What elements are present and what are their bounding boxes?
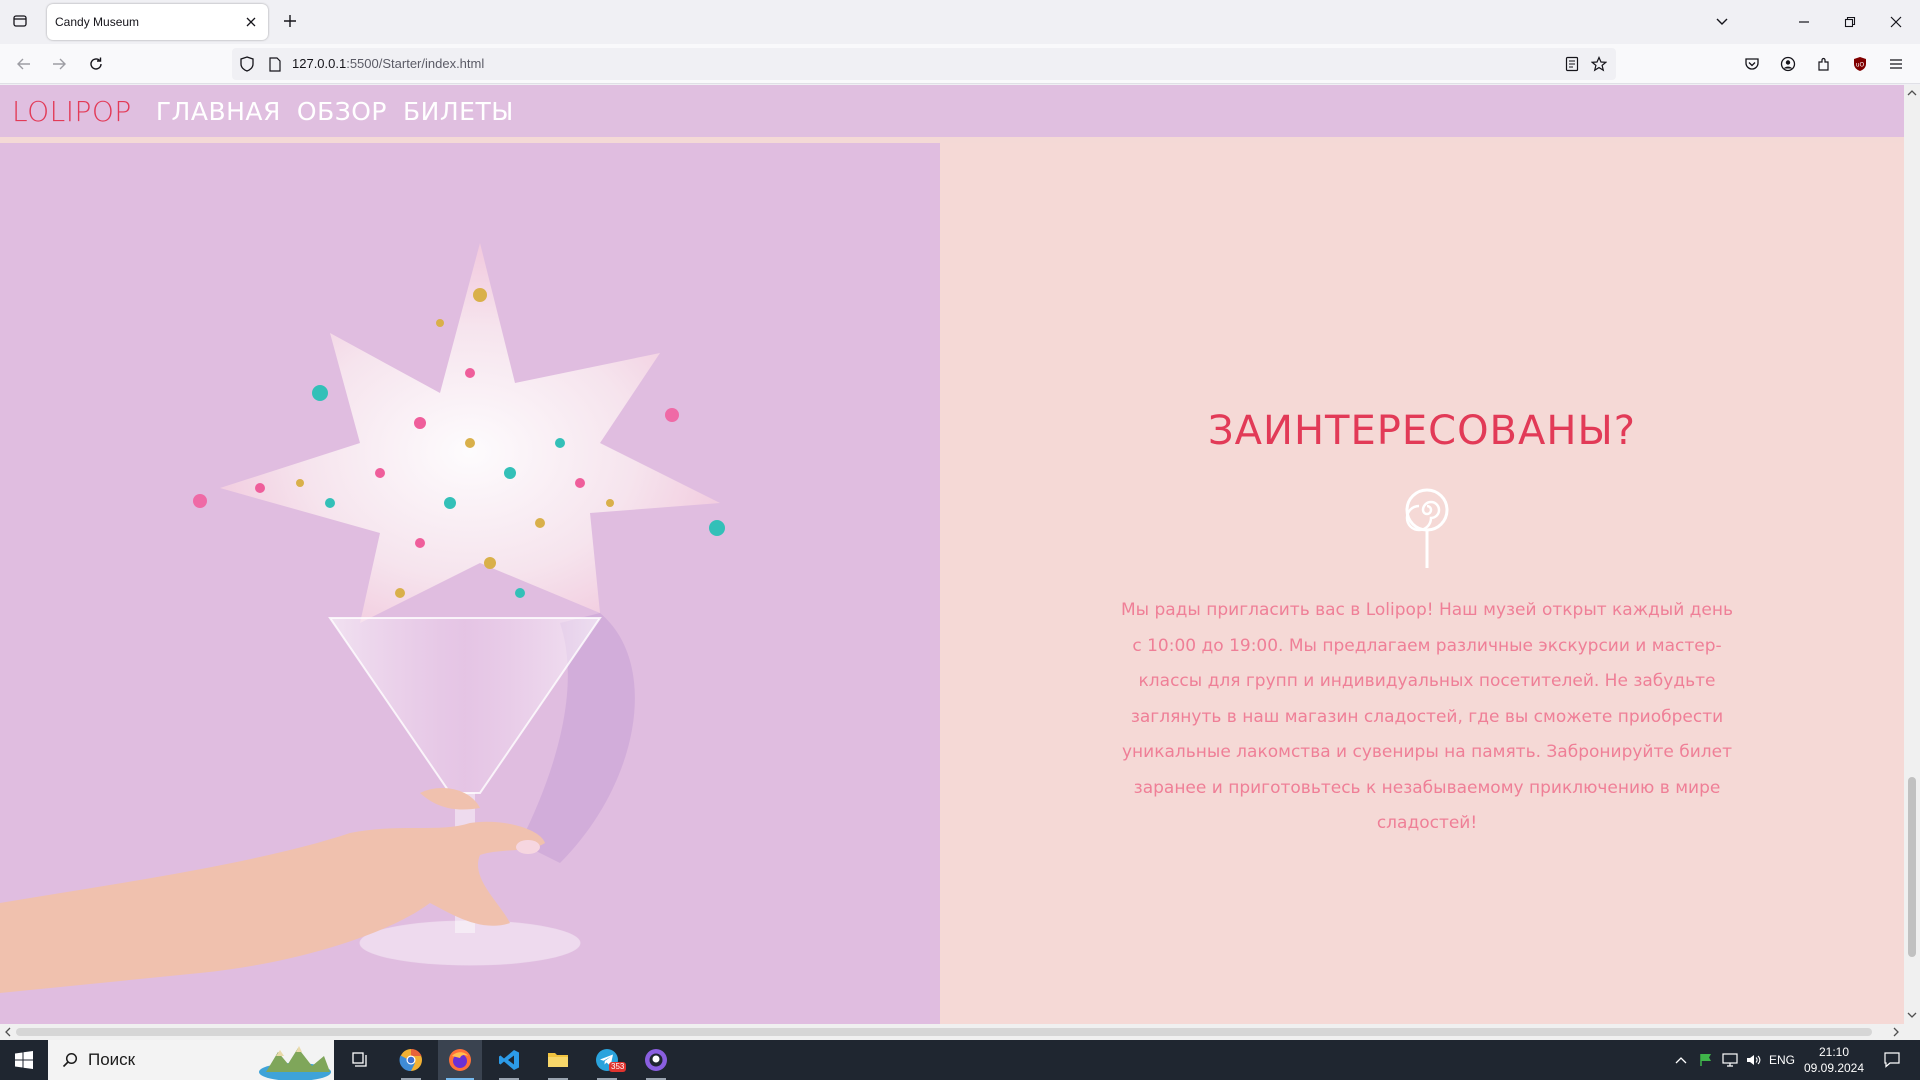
windows-start-icon[interactable] [0, 1040, 48, 1080]
ublock-icon[interactable]: uO [1848, 52, 1872, 76]
forward-icon[interactable] [47, 52, 71, 76]
scroll-up-icon[interactable] [1907, 89, 1917, 97]
info-section: ЗАИНТЕРЕСОВАНЫ? Мы рады пригласить вас в… [940, 143, 1904, 1024]
page-icon[interactable] [266, 55, 284, 73]
url-host: 127.0.0.1 [292, 56, 347, 71]
vscode-icon[interactable] [487, 1040, 531, 1080]
volume-icon[interactable] [1742, 1040, 1766, 1080]
notifications-icon[interactable] [1872, 1040, 1912, 1080]
nav-link-overview[interactable]: ОБЗОР [297, 97, 387, 126]
restore-icon[interactable] [1838, 10, 1862, 34]
search-icon [62, 1052, 78, 1068]
section-title: ЗАИНТЕРЕСОВАНЫ? [1208, 408, 1636, 454]
taskbar-clock[interactable]: 21:10 09.09.2024 [1796, 1044, 1872, 1076]
browser-navbar: 127.0.0.1:5500/Starter/index.html uO [0, 44, 1920, 84]
firefox-icon[interactable] [438, 1040, 482, 1080]
windows-taskbar: Поиск 353 ENG 21:10 09.09.2024 [0, 1040, 1920, 1080]
browser-tabbar: Candy Museum [0, 0, 1920, 44]
section-description: Мы рады пригласить вас в Lolipop! Наш му… [1120, 600, 1734, 833]
chrome-canary-icon[interactable] [389, 1040, 433, 1080]
file-explorer-icon[interactable] [536, 1040, 580, 1080]
nav-link-home[interactable]: ГЛАВНАЯ [156, 97, 281, 126]
pocket-icon[interactable] [1740, 52, 1764, 76]
new-tab-icon[interactable] [280, 11, 300, 31]
horizontal-scrollbar[interactable] [0, 1024, 1904, 1040]
url-text[interactable]: 127.0.0.1:5500/Starter/index.html [292, 56, 484, 71]
scroll-left-icon[interactable] [4, 1027, 12, 1037]
reload-icon[interactable] [84, 52, 108, 76]
scrollbar-corner [1904, 1024, 1920, 1040]
reader-view-icon[interactable] [1563, 55, 1581, 73]
flag-icon[interactable] [1694, 1040, 1718, 1080]
bookmark-star-icon[interactable] [1590, 55, 1608, 73]
network-icon[interactable] [1718, 1040, 1742, 1080]
clock-time: 21:10 [1818, 1045, 1850, 1059]
scroll-right-icon[interactable] [1892, 1027, 1900, 1037]
search-highlight-image [259, 1046, 331, 1080]
vertical-scrollbar[interactable] [1904, 85, 1920, 1024]
site-logo[interactable]: LOLIPOP [12, 95, 132, 128]
language-indicator[interactable]: ENG [1768, 1040, 1796, 1080]
lollipop-icon [1405, 488, 1449, 568]
search-placeholder: Поиск [88, 1050, 136, 1069]
tab-title: Candy Museum [55, 15, 140, 29]
back-icon[interactable] [12, 52, 36, 76]
browser-tab-active[interactable]: Candy Museum [47, 4, 268, 40]
horizontal-scroll-thumb[interactable] [16, 1028, 1872, 1036]
task-view-icon[interactable] [339, 1040, 383, 1080]
tab-list-icon[interactable] [8, 9, 32, 33]
url-bar[interactable]: 127.0.0.1:5500/Starter/index.html [232, 48, 1616, 80]
vertical-scroll-thumb[interactable] [1908, 777, 1916, 957]
menu-icon[interactable] [1884, 52, 1908, 76]
page-viewport: LOLIPOP ГЛАВНАЯ ОБЗОР БИЛЕТЫ ЗАИНТЕРЕСОВ… [0, 85, 1904, 1024]
clock-date: 09.09.2024 [1803, 1061, 1865, 1075]
nav-link-tickets[interactable]: БИЛЕТЫ [403, 97, 514, 126]
extensions-icon[interactable] [1812, 52, 1836, 76]
account-icon[interactable] [1776, 52, 1800, 76]
tab-close-icon[interactable] [244, 15, 258, 29]
list-all-tabs-icon[interactable] [1710, 10, 1734, 34]
telegram-icon[interactable]: 353 [585, 1040, 629, 1080]
url-path: :5500/Starter/index.html [346, 56, 485, 71]
github-desktop-icon[interactable] [634, 1040, 678, 1080]
site-header: LOLIPOP ГЛАВНАЯ ОБЗОР БИЛЕТЫ [0, 85, 1904, 137]
minimize-icon[interactable] [1792, 10, 1816, 34]
taskbar-search[interactable]: Поиск [48, 1040, 334, 1080]
close-window-icon[interactable] [1884, 10, 1908, 34]
shield-icon[interactable] [238, 55, 256, 73]
svg-text:uO: uO [1856, 62, 1865, 69]
tray-overflow-icon[interactable] [1668, 1040, 1694, 1080]
hero-image [0, 143, 940, 1024]
telegram-badge: 353 [609, 1062, 627, 1072]
scroll-down-icon[interactable] [1907, 1011, 1917, 1019]
